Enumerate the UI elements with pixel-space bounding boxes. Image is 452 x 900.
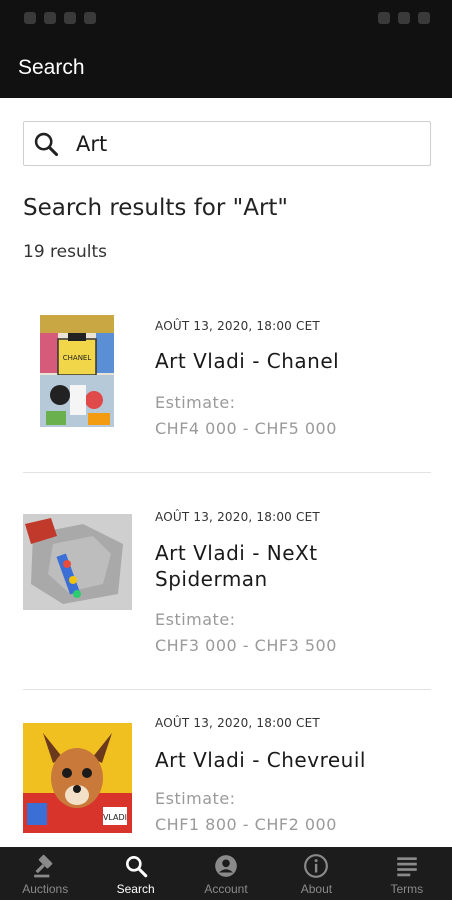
lot-title[interactable]: Art Vladi - Chanel — [155, 348, 435, 374]
nav-auctions[interactable]: Auctions — [0, 847, 90, 900]
account-icon — [215, 855, 237, 877]
svg-text:CHANEL: CHANEL — [63, 354, 92, 362]
nav-label: Account — [204, 882, 248, 896]
bottom-navigation: Auctions Search Account About Terms — [0, 847, 452, 900]
status-bar — [0, 0, 452, 38]
search-icon — [34, 132, 59, 157]
document-icon — [397, 857, 417, 877]
lot-title[interactable]: Art Vladi - Chevreuil — [155, 747, 435, 773]
lot-title[interactable]: Art Vladi - NeXt Spiderman — [155, 540, 435, 592]
estimate-value: CHF3 000 - CHF3 500 — [155, 636, 337, 655]
list-item[interactable]: AOÛT 13, 2020, 18:00 CET Art Vladi - NeX… — [0, 490, 452, 690]
estimate-label: Estimate: — [155, 610, 236, 629]
results-count: 19 results — [23, 242, 107, 262]
nav-label: Search — [116, 882, 155, 896]
results-heading: Search results for "Art" — [23, 195, 288, 221]
search-field[interactable] — [23, 121, 431, 166]
estimate-value: CHF4 000 - CHF5 000 — [155, 419, 337, 438]
nav-about[interactable]: About — [271, 847, 361, 900]
artwork-thumbnail[interactable] — [23, 514, 132, 610]
divider — [23, 689, 431, 690]
page-title: Search — [18, 56, 85, 79]
artwork-thumbnail[interactable]: VLADI — [23, 723, 132, 833]
divider — [23, 472, 431, 473]
sale-date: AOÛT 13, 2020, 18:00 CET — [155, 319, 320, 333]
app-bar: Search — [0, 38, 452, 98]
nav-terms[interactable]: Terms — [362, 847, 452, 900]
nav-account[interactable]: Account — [181, 847, 271, 900]
estimate-value: CHF1 800 - CHF2 000 — [155, 815, 337, 834]
search-icon — [125, 856, 147, 878]
nav-label: Auctions — [22, 882, 69, 896]
artwork-thumbnail[interactable]: CHANEL — [40, 315, 114, 427]
nav-label: About — [300, 882, 333, 896]
estimate-label: Estimate: — [155, 393, 236, 412]
search-input[interactable] — [76, 128, 416, 160]
list-item[interactable]: CHANEL AOÛT 13, 2020, 18:00 CET Art Vlad… — [0, 290, 452, 472]
sale-date: AOÛT 13, 2020, 18:00 CET — [155, 716, 320, 730]
nav-search[interactable]: Search — [90, 847, 180, 900]
nav-label: Terms — [390, 882, 424, 896]
sale-date: AOÛT 13, 2020, 18:00 CET — [155, 510, 320, 524]
estimate-label: Estimate: — [155, 789, 236, 808]
info-icon — [304, 854, 329, 878]
svg-text:VLADI: VLADI — [103, 813, 127, 822]
list-item[interactable]: VLADI AOÛT 13, 2020, 18:00 CET Art Vladi… — [0, 707, 452, 847]
gavel-icon — [34, 854, 53, 878]
